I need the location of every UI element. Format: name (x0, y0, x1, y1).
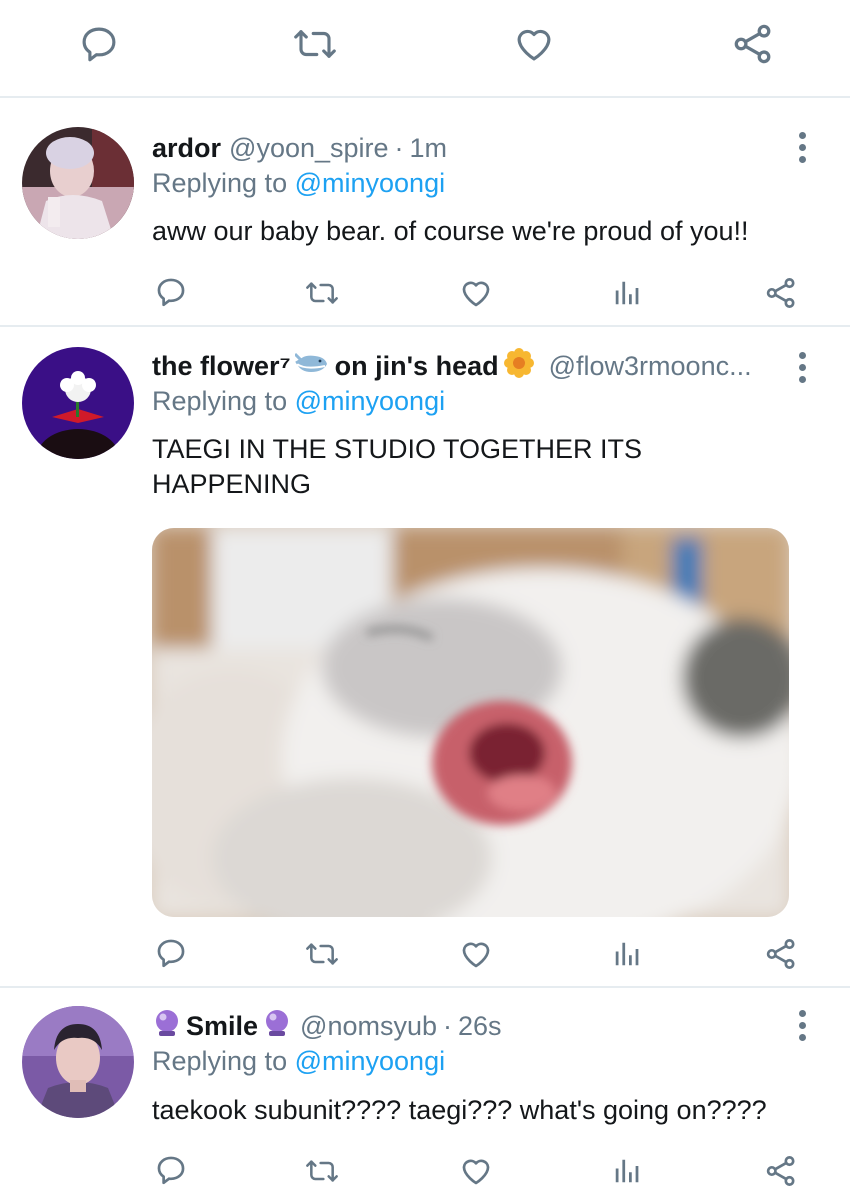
tweet-header: Smile @nomsyub · 26s (152, 1007, 502, 1045)
retweet-icon[interactable] (290, 23, 340, 65)
user-handle[interactable]: @yoon_spire (229, 133, 389, 164)
separator: · (443, 1010, 453, 1041)
reply-icon[interactable] (154, 275, 188, 309)
timestamp[interactable]: 1m (410, 133, 448, 164)
mention-link[interactable]: @minyoongi (295, 1046, 445, 1076)
replying-prefix: Replying to (152, 1046, 288, 1076)
reply-icon[interactable] (154, 936, 188, 970)
timestamp[interactable]: 26s (458, 1011, 502, 1042)
retweet-icon[interactable] (302, 938, 342, 970)
share-icon[interactable] (763, 276, 799, 310)
replying-prefix: Replying to (152, 386, 288, 416)
reply-icon[interactable] (78, 23, 120, 65)
display-name-suffix[interactable]: on jin's head (335, 351, 499, 382)
mention-link[interactable]: @minyoongi (295, 168, 445, 198)
whale-emoji-icon (293, 350, 329, 383)
share-icon[interactable] (763, 1154, 799, 1188)
tweet-text-line: TAEGI IN THE STUDIO TOGETHER ITS (152, 434, 643, 464)
crystal-ball-emoji-icon (262, 1008, 292, 1045)
display-name[interactable]: Smile (186, 1011, 258, 1042)
divider (0, 325, 850, 327)
avatar[interactable] (22, 347, 134, 459)
analytics-icon[interactable] (612, 278, 642, 308)
like-icon[interactable] (512, 23, 556, 65)
tweet-header: ardor @yoon_spire · 1m (152, 129, 447, 167)
avatar[interactable] (22, 127, 134, 239)
blossom-emoji-icon (503, 347, 535, 386)
crystal-ball-emoji-icon (152, 1008, 182, 1045)
replying-prefix: Replying to (152, 168, 288, 198)
share-icon[interactable] (731, 22, 775, 66)
display-name[interactable]: ardor (152, 133, 221, 164)
tweet-text: TAEGI IN THE STUDIO TOGETHER ITS HAPPENI… (152, 432, 832, 502)
retweet-icon[interactable] (302, 1155, 342, 1187)
media-image[interactable] (152, 528, 789, 917)
tweet-text: taekook subunit???? taegi??? what's goin… (152, 1095, 767, 1125)
divider (0, 96, 850, 98)
separator: · (394, 132, 404, 163)
like-icon[interactable] (458, 937, 494, 971)
tweet-header: the flower⁷ on jin's head @flow3rmoonc..… (152, 347, 752, 385)
avatar[interactable] (22, 1006, 134, 1118)
analytics-icon[interactable] (612, 1156, 642, 1186)
user-handle[interactable]: @flow3rmoonc... (549, 351, 752, 382)
replying-to: Replying to @minyoongi (152, 168, 445, 199)
share-icon[interactable] (763, 937, 799, 971)
more-options-icon[interactable] (793, 348, 813, 388)
user-handle[interactable]: @nomsyub (300, 1011, 437, 1042)
replying-to: Replying to @minyoongi (152, 1046, 445, 1077)
mention-link[interactable]: @minyoongi (295, 386, 445, 416)
retweet-icon[interactable] (302, 277, 342, 309)
tweet-text: aww our baby bear. of course we're proud… (152, 216, 749, 246)
replying-to: Replying to @minyoongi (152, 386, 445, 417)
analytics-icon[interactable] (612, 939, 642, 969)
tweet-text-line: HAPPENING (152, 469, 312, 499)
more-options-icon[interactable] (793, 1006, 813, 1046)
like-icon[interactable] (458, 276, 494, 310)
more-options-icon[interactable] (793, 128, 813, 168)
display-name[interactable]: the flower⁷ (152, 351, 291, 382)
like-icon[interactable] (458, 1154, 494, 1188)
reply-icon[interactable] (154, 1153, 188, 1187)
divider (0, 986, 850, 988)
